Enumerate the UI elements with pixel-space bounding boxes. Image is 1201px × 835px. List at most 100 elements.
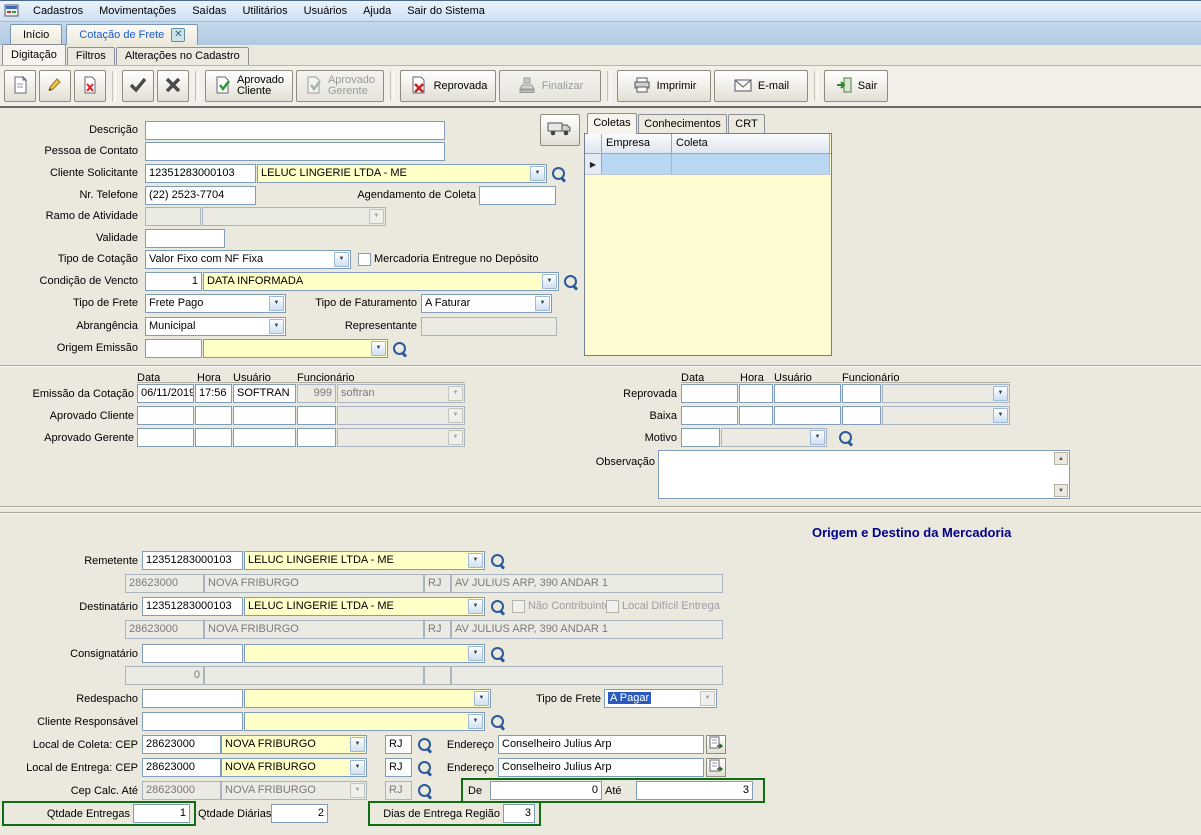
descricao-input[interactable]	[145, 121, 445, 140]
finalizar-button[interactable]: Finalizar	[499, 70, 601, 102]
sair-button[interactable]: Sair	[824, 70, 888, 102]
ate-input[interactable]: 3	[636, 781, 753, 800]
tab-filtros[interactable]: Filtros	[67, 47, 115, 65]
destinatario-uf-input[interactable]: RJ	[424, 620, 451, 639]
agendamento-coleta-input[interactable]	[479, 186, 556, 205]
chevron-down-icon[interactable]: ▼	[993, 386, 1008, 401]
motivo-combo[interactable]: ▼	[721, 428, 827, 447]
aprov-gerente-func-combo[interactable]: ▼	[337, 428, 465, 447]
emissao-usuario-input[interactable]: SOFTRAN	[233, 384, 296, 403]
confirm-button[interactable]	[122, 70, 154, 102]
cep-calc-cidade-combo[interactable]: NOVA FRIBURGO ▼	[221, 781, 367, 800]
nr-telefone-input[interactable]: (22) 2523-7704	[145, 186, 256, 205]
redespacho-code-input[interactable]	[142, 689, 243, 708]
chevron-down-icon[interactable]: ▼	[468, 599, 483, 614]
baixa-data-input[interactable]	[681, 406, 738, 425]
cell-coleta[interactable]	[672, 154, 830, 174]
mercadoria-deposito-checkbox[interactable]	[358, 253, 371, 266]
column-header-empresa[interactable]: Empresa	[602, 134, 672, 153]
search-icon[interactable]	[490, 646, 506, 662]
emissao-hora-input[interactable]: 17:56	[195, 384, 232, 403]
origem-emissao-combo[interactable]: ▼	[203, 339, 388, 358]
ramo-atividade-code-input[interactable]	[145, 207, 201, 226]
cell-empresa[interactable]	[602, 154, 672, 174]
aprov-gerente-usuario-input[interactable]	[233, 428, 296, 447]
baixa-func-combo[interactable]: ▼	[882, 406, 1010, 425]
validade-input[interactable]	[145, 229, 225, 248]
aprov-gerente-data-input[interactable]	[137, 428, 194, 447]
aprovado-gerente-button[interactable]: Aprovado Gerente	[296, 70, 384, 102]
emissao-func-code-input[interactable]: 999	[297, 384, 336, 403]
chevron-down-icon[interactable]: ▼	[535, 296, 550, 311]
delete-record-button[interactable]	[74, 70, 106, 102]
local-dificil-checkbox[interactable]	[606, 600, 619, 613]
dias-entrega-input[interactable]: 3	[503, 804, 535, 823]
aprov-gerente-func-input[interactable]	[297, 428, 336, 447]
remetente-cep-input[interactable]: 28623000	[125, 574, 204, 593]
tipo-frete-combo[interactable]: Frete Pago ▼	[145, 294, 286, 313]
local-entrega-cidade-combo[interactable]: NOVA FRIBURGO ▼	[221, 758, 367, 777]
tipo-frete-destino-combo[interactable]: A Pagar ▼	[604, 689, 717, 708]
chevron-down-icon[interactable]: ▼	[350, 760, 365, 775]
search-icon[interactable]	[392, 341, 408, 357]
baixa-usuario-input[interactable]	[774, 406, 841, 425]
aprov-cliente-data-input[interactable]	[137, 406, 194, 425]
local-coleta-cep-input[interactable]: 28623000	[142, 735, 221, 754]
remetente-uf-input[interactable]: RJ	[424, 574, 451, 593]
remetente-code-input[interactable]: 12351283000103	[142, 551, 243, 570]
imprimir-button[interactable]: Imprimir	[617, 70, 711, 102]
scroll-down-icon[interactable]: ▼	[1054, 484, 1068, 497]
cep-calc-cep-input[interactable]: 28623000	[142, 781, 221, 800]
remetente-combo[interactable]: LELUC LINGERIE LTDA - ME ▼	[244, 551, 485, 570]
endereco-entrega-lookup-button[interactable]	[706, 758, 726, 777]
tipo-cotacao-combo[interactable]: Valor Fixo com NF Fixa ▼	[145, 250, 351, 269]
tab-digitacao[interactable]: Digitação	[2, 44, 66, 65]
destinatario-combo[interactable]: LELUC LINGERIE LTDA - ME ▼	[244, 597, 485, 616]
remetente-endereco-input[interactable]: AV JULIUS ARP, 390 ANDAR 1	[451, 574, 723, 593]
de-input[interactable]: 0	[490, 781, 602, 800]
consignatario-cidade-input[interactable]	[204, 666, 424, 685]
representante-input[interactable]	[421, 317, 557, 336]
reprovada-func-input[interactable]	[842, 384, 881, 403]
qtdade-diarias-input[interactable]: 2	[271, 804, 328, 823]
menu-usuarios[interactable]: Usuários	[296, 1, 355, 21]
endereco-entrega-input[interactable]: Conselheiro Julius Arp	[498, 758, 704, 777]
qtdade-entregas-input[interactable]: 1	[133, 804, 190, 823]
chevron-down-icon[interactable]: ▼	[468, 553, 483, 568]
aprov-cliente-func-input[interactable]	[297, 406, 336, 425]
aprovado-cliente-button[interactable]: Aprovado Cliente	[205, 70, 293, 102]
chevron-down-icon[interactable]: ▼	[530, 166, 545, 181]
search-icon[interactable]	[563, 274, 579, 290]
scroll-up-icon[interactable]: ▲	[1054, 452, 1068, 465]
cliente-responsavel-combo[interactable]: ▼	[244, 712, 485, 731]
chevron-down-icon[interactable]: ▼	[542, 274, 557, 289]
consignatario-endereco-input[interactable]	[451, 666, 723, 685]
cancel-button[interactable]	[157, 70, 189, 102]
destinatario-code-input[interactable]: 12351283000103	[142, 597, 243, 616]
motivo-code-input[interactable]	[681, 428, 720, 447]
chevron-down-icon[interactable]: ▼	[468, 646, 483, 661]
chevron-down-icon[interactable]: ▼	[810, 430, 825, 445]
menu-saidas[interactable]: Saídas	[184, 1, 234, 21]
reprovada-button[interactable]: Reprovada	[400, 70, 496, 102]
tipo-faturamento-combo[interactable]: A Faturar ▼	[421, 294, 552, 313]
local-coleta-cidade-combo[interactable]: NOVA FRIBURGO ▼	[221, 735, 367, 754]
chevron-down-icon[interactable]: ▼	[269, 319, 284, 334]
menu-utilitarios[interactable]: Utilitários	[234, 1, 295, 21]
tab-coletas[interactable]: Coletas	[587, 113, 637, 134]
emissao-func-combo[interactable]: softran ▼	[337, 384, 465, 403]
table-row[interactable]: ▶	[585, 154, 831, 175]
edit-record-button[interactable]	[39, 70, 71, 102]
reprovada-usuario-input[interactable]	[774, 384, 841, 403]
destinatario-cidade-input[interactable]: NOVA FRIBURGO	[204, 620, 424, 639]
condicao-vencto-code-input[interactable]: 1	[145, 272, 202, 291]
truck-button[interactable]	[540, 114, 580, 146]
cliente-solicitante-code-input[interactable]: 12351283000103	[145, 164, 256, 183]
search-icon[interactable]	[490, 714, 506, 730]
cliente-solicitante-combo[interactable]: LELUC LINGERIE LTDA - ME ▼	[257, 164, 547, 183]
chevron-down-icon[interactable]: ▼	[334, 252, 349, 267]
menu-ajuda[interactable]: Ajuda	[355, 1, 399, 21]
reprovada-hora-input[interactable]	[739, 384, 773, 403]
origem-emissao-code-input[interactable]	[145, 339, 202, 358]
observacao-textarea[interactable]: ▲ ▼	[658, 450, 1070, 499]
